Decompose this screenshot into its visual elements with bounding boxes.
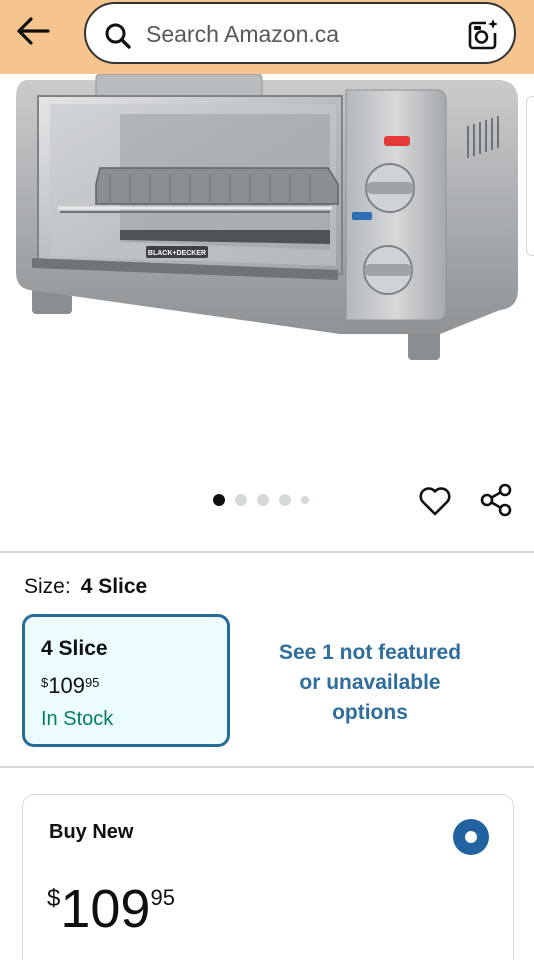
- carousel-dot[interactable]: [301, 496, 309, 504]
- size-option-title: 4 Slice: [41, 637, 108, 660]
- carousel-dot[interactable]: [213, 494, 225, 506]
- carousel-indicator: [213, 494, 309, 506]
- price-fraction: 95: [150, 885, 175, 910]
- size-option-card[interactable]: 4 Slice $10995 In Stock: [22, 614, 230, 747]
- search-bar[interactable]: [84, 2, 516, 64]
- stock-status: In Stock: [41, 708, 114, 730]
- buy-new-price: $10995: [47, 879, 175, 939]
- buy-new-title: Buy New: [49, 821, 134, 843]
- top-header: [0, 0, 534, 74]
- price-whole: 109: [48, 673, 85, 698]
- carousel-dot[interactable]: [257, 494, 269, 506]
- see-unavailable-options-link[interactable]: See 1 not featured or unavailable option…: [250, 638, 490, 728]
- buy-new-radio[interactable]: [453, 819, 489, 855]
- heart-icon: [419, 487, 451, 516]
- carousel-dot[interactable]: [235, 494, 247, 506]
- search-icon: [105, 23, 131, 49]
- size-selector-header: Size: 4 Slice: [24, 575, 147, 599]
- search-input[interactable]: [146, 18, 446, 50]
- product-image-carousel[interactable]: BLACK+DECKER: [0, 73, 534, 474]
- back-arrow-icon: [17, 17, 50, 45]
- currency-symbol: $: [47, 885, 61, 912]
- section-divider: [0, 551, 534, 553]
- carousel-dot[interactable]: [279, 494, 291, 506]
- price-fraction: 95: [84, 675, 100, 690]
- currency-symbol: $: [41, 675, 49, 690]
- see-more-line: or unavailable: [299, 671, 441, 694]
- size-label: Size:: [24, 575, 71, 598]
- next-image-peek[interactable]: [526, 96, 534, 256]
- section-divider: [0, 766, 534, 768]
- price-whole: 109: [60, 879, 151, 939]
- add-to-wishlist-button[interactable]: [418, 484, 452, 518]
- brand-label: BLACK+DECKER: [148, 250, 206, 257]
- camera-search-button[interactable]: [466, 17, 500, 51]
- share-icon: [480, 483, 512, 517]
- buy-new-card[interactable]: Buy New $10995: [22, 794, 514, 960]
- back-button[interactable]: [14, 14, 52, 48]
- see-more-line: options: [332, 701, 408, 724]
- camera-search-icon: [468, 19, 498, 50]
- selected-size-value: 4 Slice: [80, 575, 148, 598]
- share-button[interactable]: [478, 482, 514, 518]
- toaster-oven-image: BLACK+DECKER: [16, 73, 518, 360]
- see-more-line: See 1 not featured: [278, 641, 462, 664]
- size-option-price: $10995: [41, 673, 99, 699]
